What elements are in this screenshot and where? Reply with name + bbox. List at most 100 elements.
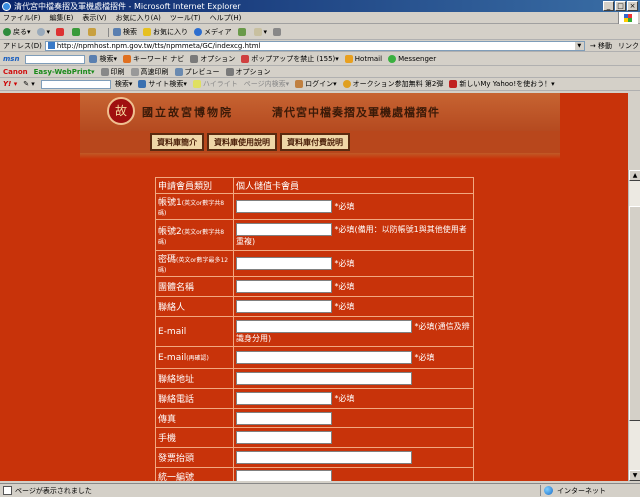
menu-view[interactable]: 表示(V) <box>82 13 106 23</box>
yahoo-toolbar: Y! ▾ ✎ ▾ 検索 ▾ サイト検索 ▾ ハイライト ページ内検索 ▾ ログイ… <box>0 78 640 91</box>
yahoo-page-search-button[interactable]: ページ内検索 ▾ <box>244 79 289 89</box>
canon-logo: Canon <box>3 67 28 76</box>
mobile-input[interactable] <box>236 431 332 444</box>
email-confirm-input[interactable] <box>236 351 412 364</box>
menu-file[interactable]: ファイル(F) <box>3 13 41 23</box>
password-input[interactable] <box>236 257 332 270</box>
invoice-title-input[interactable] <box>236 451 412 464</box>
menu-tools[interactable]: ツール(T) <box>170 13 201 23</box>
history-icon <box>237 28 246 36</box>
menu-help[interactable]: ヘルプ(H) <box>210 13 242 23</box>
nav-database-intro[interactable]: 資料庫簡介 <box>150 133 204 151</box>
scroll-up-icon[interactable]: ▲ <box>629 170 640 181</box>
messenger-button[interactable]: Messenger <box>388 55 436 63</box>
stop-icon <box>56 28 65 36</box>
stop-button[interactable] <box>56 28 66 36</box>
print-icon <box>273 28 282 36</box>
links-button[interactable]: リンク <box>618 41 639 51</box>
msn-toolbar: msn 検索 ▾ キーワード ナビ オプション ポップアップを禁止 (155) … <box>0 53 640 66</box>
yahoo-logo-icon[interactable]: Y! ▾ <box>3 80 17 88</box>
window-title: 清代宮中檔奏摺及軍機處檔摺件 - Microsoft Internet Expl… <box>14 1 241 11</box>
history-button[interactable] <box>237 28 248 36</box>
site-banner: 故 國立故宮博物院 清代宮中檔奏摺及軍機處檔摺件 <box>80 93 560 131</box>
refresh-button[interactable] <box>72 28 82 36</box>
scroll-thumb[interactable] <box>629 206 640 421</box>
address-dropdown-icon[interactable]: ▼ <box>574 41 584 50</box>
easy-webprint-menu[interactable]: Easy-WebPrint ▾ <box>34 68 95 76</box>
windows-logo-icon <box>618 12 638 24</box>
msn-options-button[interactable]: オプション <box>190 54 235 64</box>
email-input[interactable] <box>236 319 412 333</box>
yahoo-search-input[interactable] <box>40 79 111 89</box>
account2-input[interactable] <box>236 223 332 236</box>
print-button[interactable] <box>273 28 283 36</box>
go-button[interactable]: → 移動 <box>590 41 612 51</box>
form-row-phone: 聯絡電話 *必填 <box>155 388 474 409</box>
group-name-input[interactable] <box>236 280 332 293</box>
invoice-title-label: 發票抬頭 <box>155 447 234 468</box>
vertical-scrollbar[interactable]: ▲ ▼ <box>628 170 640 481</box>
yahoo-search-button[interactable]: 検索 ▾ <box>115 79 133 89</box>
menu-edit[interactable]: 編集(E) <box>50 13 74 23</box>
myyahoo-icon <box>449 80 458 88</box>
yahoo-login-button[interactable]: ログイン ▾ <box>295 79 337 89</box>
phone-input[interactable] <box>236 392 332 405</box>
zone-text: インターネット <box>557 486 606 495</box>
fax-input[interactable] <box>236 411 332 425</box>
yahoo-auction-link[interactable]: オークション参加無料 第2弾 <box>342 79 443 89</box>
group-name-label: 團體名稱 <box>155 276 234 297</box>
contact-person-input[interactable] <box>236 300 332 313</box>
menu-favorites[interactable]: お気に入り(A) <box>116 13 161 23</box>
address-input-field[interactable] <box>236 372 412 385</box>
yahoo-pencil-icon[interactable]: ✎ ▾ <box>23 80 35 88</box>
star-icon <box>143 28 152 36</box>
favorites-button[interactable]: お気に入り <box>143 27 188 37</box>
address-input[interactable]: http://npmhost.npm.gov.tw/tts/npmmeta/GC… <box>44 40 585 51</box>
tax-id-input[interactable] <box>236 470 332 481</box>
nav-database-usage[interactable]: 資料庫使用說明 <box>207 133 277 151</box>
form-row-address: 聯絡地址 <box>155 368 474 389</box>
ie-icon <box>2 1 11 11</box>
toolbar-separator <box>108 27 110 37</box>
form-row-tax-id: 統一編號 <box>155 467 474 481</box>
database-title: 清代宮中檔奏摺及軍機處檔摺件 <box>272 106 440 119</box>
window-titlebar: 清代宮中檔奏摺及軍機處檔摺件 - Microsoft Internet Expl… <box>0 0 640 12</box>
preview-icon <box>174 67 183 76</box>
login-icon <box>295 80 304 88</box>
canon-options-button[interactable]: オプション <box>225 67 271 77</box>
nav-divider <box>80 153 560 159</box>
mail-button[interactable]: ▾ <box>253 28 267 36</box>
home-button[interactable] <box>88 28 98 36</box>
account2-cell: *必填(備用：以防帳號1與其他使用者重複) <box>233 219 474 251</box>
form-row-invoice-title: 發票抬頭 <box>155 447 474 468</box>
canon-preview-button[interactable]: プレビュー <box>174 67 220 77</box>
hotmail-button[interactable]: Hotmail <box>344 55 382 63</box>
password-label: 密碼(英文or數字最多12碼) <box>155 250 234 277</box>
scroll-down-icon[interactable]: ▼ <box>629 470 640 481</box>
forward-button[interactable]: ▾ <box>36 28 50 36</box>
password-cell: *必填 <box>233 250 474 277</box>
popup-blocker-button[interactable]: ポップアップを禁止 (155) ▾ <box>241 54 339 64</box>
keyword-navi-button[interactable]: キーワード ナビ <box>122 54 184 64</box>
account1-input[interactable] <box>236 200 332 213</box>
close-button[interactable]: × <box>627 1 638 11</box>
my-yahoo-link[interactable]: 新しいMy Yahoo!を使おう！ ▾ <box>449 79 555 89</box>
msn-logo: msn <box>3 55 20 63</box>
media-button[interactable]: メディア <box>194 27 232 37</box>
search-button[interactable]: 検索 <box>113 27 137 37</box>
media-icon <box>194 28 203 36</box>
address-label: アドレス(D) <box>3 41 42 50</box>
yahoo-highlight-button[interactable]: ハイライト <box>192 79 238 89</box>
yahoo-site-search-button[interactable]: サイト検索 ▾ <box>138 79 187 89</box>
nav-database-payment[interactable]: 資料庫付費說明 <box>280 133 350 151</box>
form-row-email-confirm: E-mail(再確認) *必填 <box>155 346 474 369</box>
back-button[interactable]: 戻る ▾ <box>3 27 31 37</box>
maximize-button[interactable]: □ <box>615 1 626 11</box>
form-row-member-type: 申請會員類別 個人儲值卡會員 <box>155 177 474 194</box>
msn-search-button[interactable]: 検索 ▾ <box>89 54 117 64</box>
msn-search-input[interactable] <box>25 54 86 64</box>
canon-print-button[interactable]: 印刷 <box>100 67 125 77</box>
canon-hq-print-button[interactable]: 高速印刷 <box>130 67 169 77</box>
museum-logo: 故 <box>107 97 135 125</box>
minimize-button[interactable]: _ <box>603 1 614 11</box>
